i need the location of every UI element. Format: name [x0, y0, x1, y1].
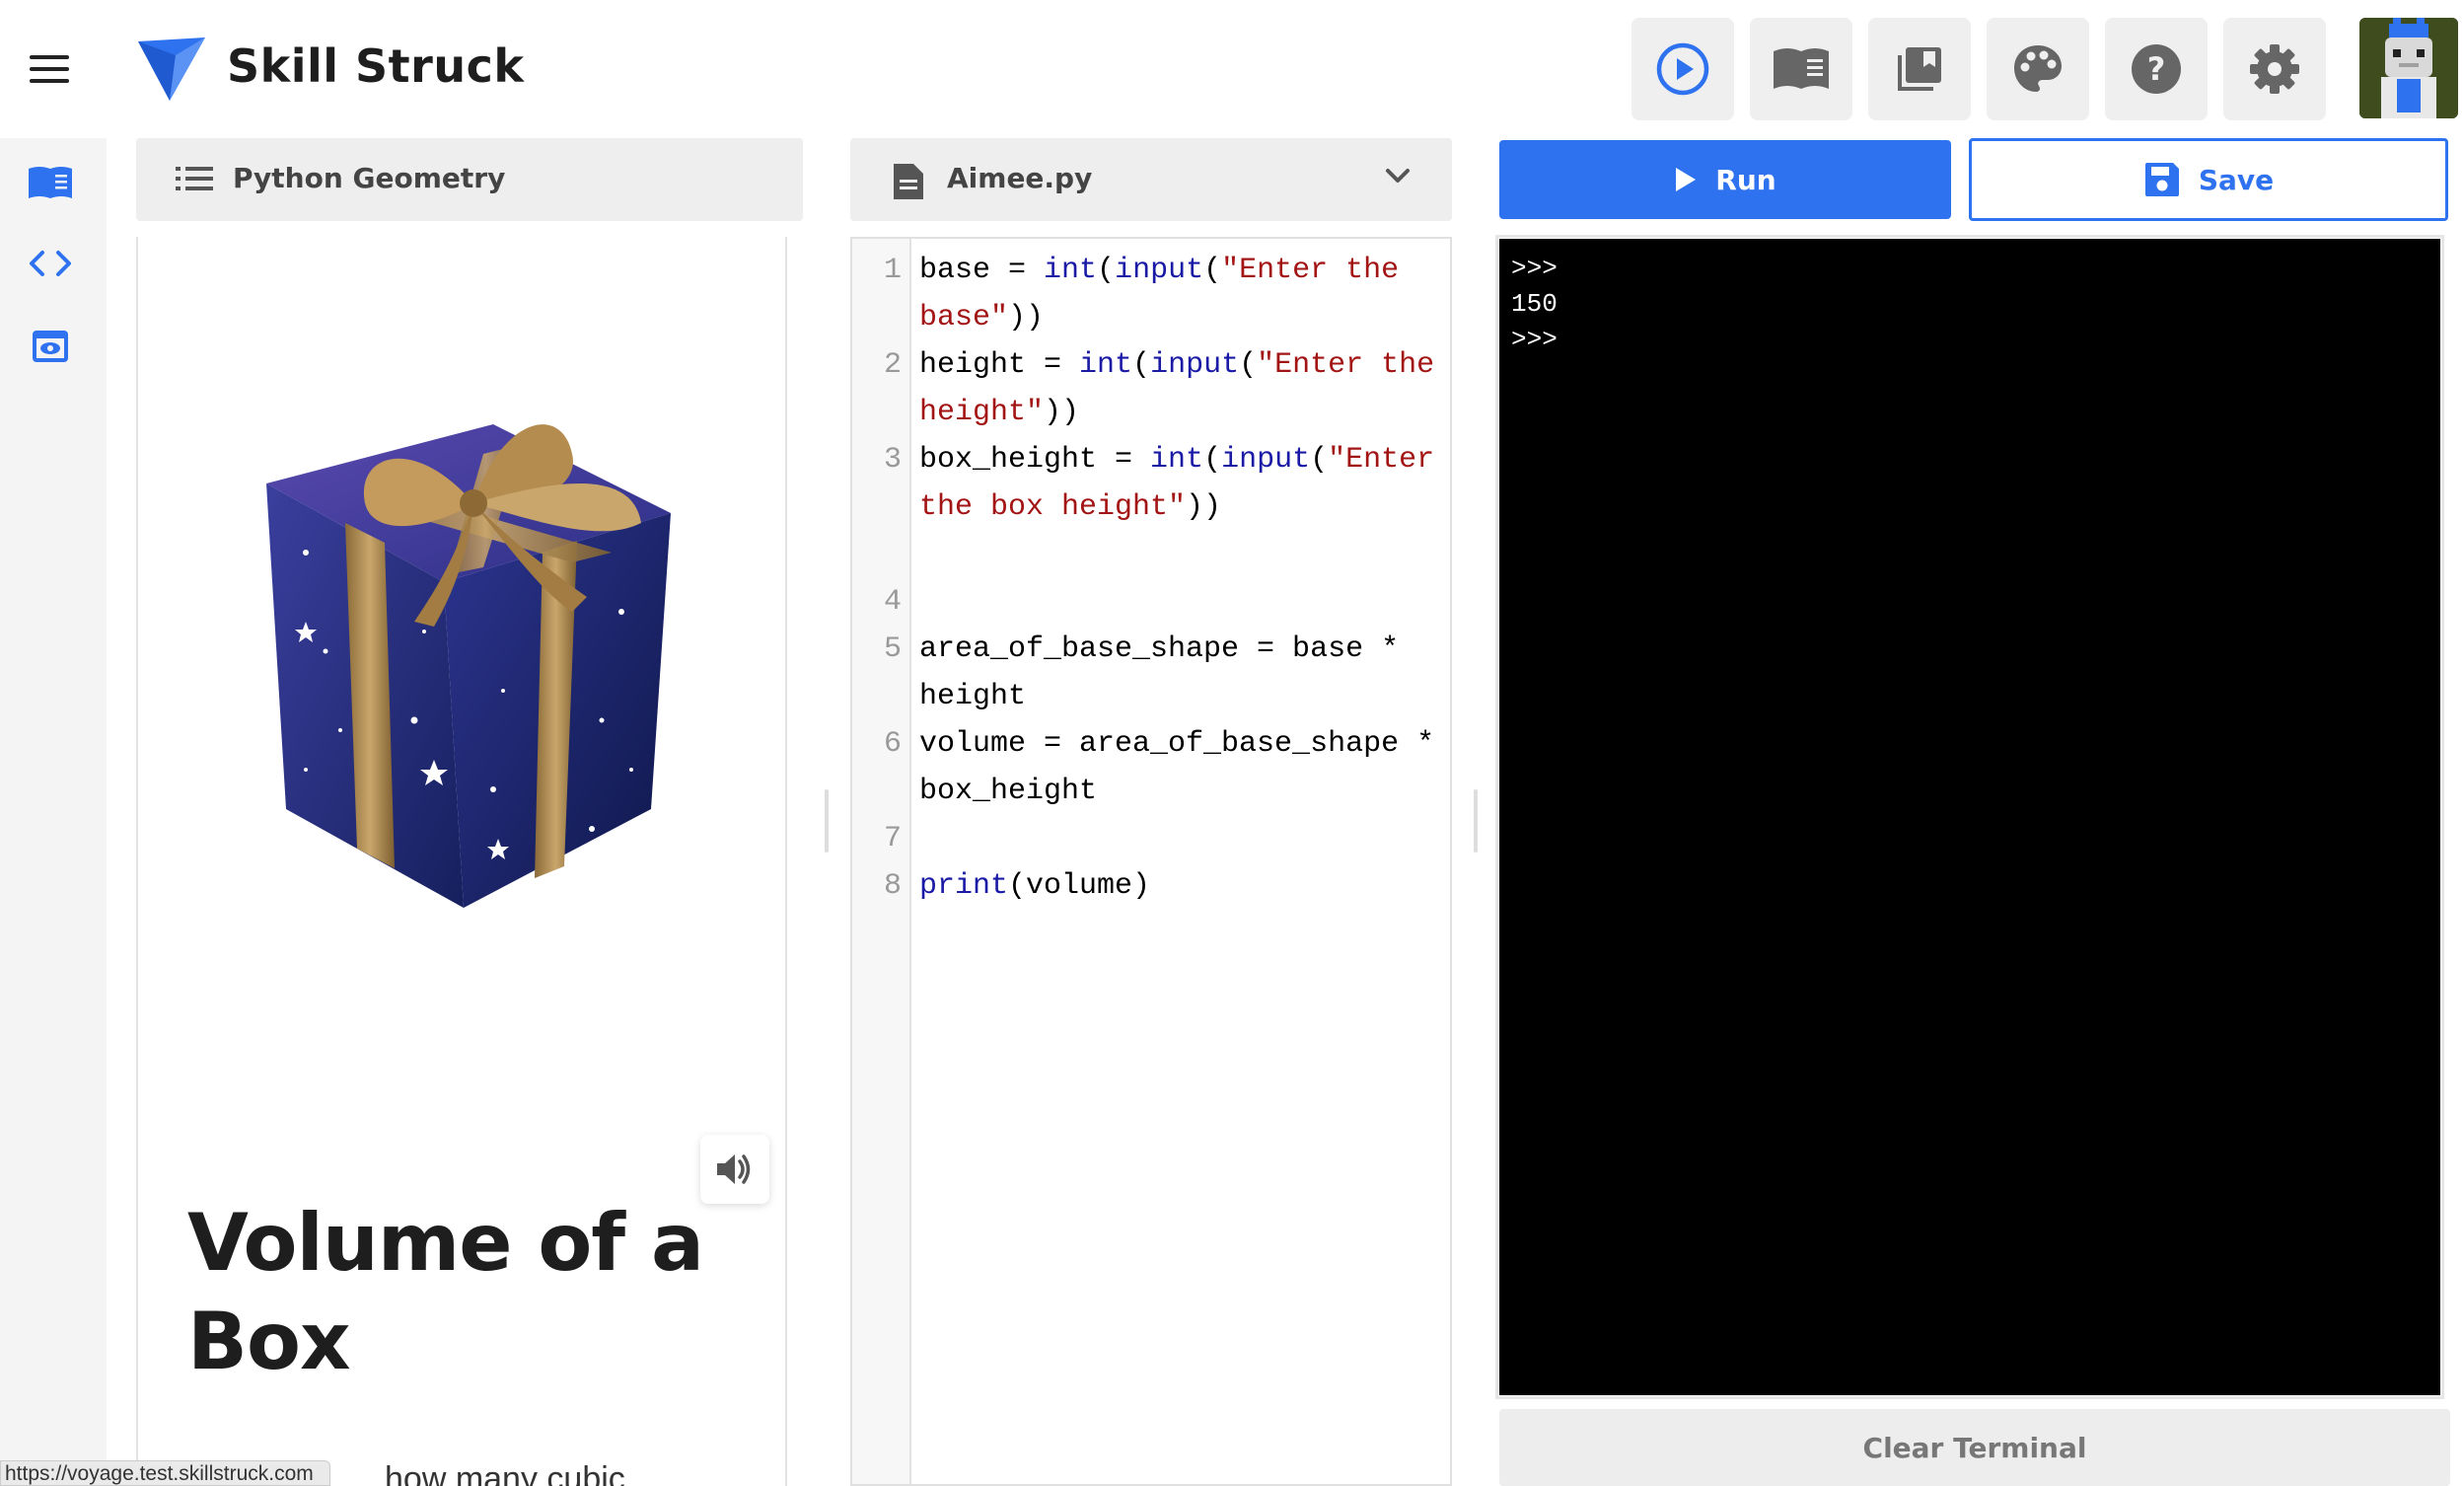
gear-icon	[2250, 44, 2299, 94]
save-icon	[2144, 163, 2179, 196]
code-text: base = int(input("Enter the base"))	[919, 247, 1448, 341]
file-name: Aimee.py	[947, 162, 1093, 194]
panel-resize-handle[interactable]	[825, 789, 829, 853]
help-button[interactable]: ?	[2105, 18, 2208, 120]
panel-resize-handle[interactable]	[1474, 789, 1478, 853]
code-text: height = int(input("Enter the height"))	[919, 341, 1448, 436]
code-text: area_of_base_shape = base * height	[919, 626, 1448, 720]
code-token: (	[1203, 443, 1222, 477]
lesson-header[interactable]: Python Geometry	[136, 138, 803, 221]
play-icon	[1676, 168, 1697, 191]
terminal-line: >>>	[1511, 325, 1558, 354]
avatar-character-icon	[2359, 18, 2458, 118]
line-number: 1	[883, 254, 902, 287]
preview-icon	[33, 331, 68, 362]
book-open-icon	[1774, 48, 1829, 89]
app-root: Skill Struck ? Python Geometry Volume of…	[0, 0, 2464, 1486]
code-editor[interactable]: 1 base = int(input("Enter the base")) 2 hei…	[850, 237, 1452, 1486]
code-token: ))	[1186, 490, 1222, 524]
theme-button[interactable]	[1987, 18, 2089, 120]
lesson-paragraph: how many cubic	[385, 1460, 625, 1486]
code-token: (volume)	[1008, 869, 1151, 903]
code-keyword: input	[1221, 443, 1311, 477]
code-keyword: print	[919, 869, 1009, 903]
code-token: ))	[1008, 301, 1045, 334]
sidebar-item-code[interactable]	[26, 239, 75, 288]
sidebar-item-preview[interactable]	[26, 322, 75, 371]
file-selector[interactable]: Aimee.py	[850, 138, 1452, 221]
play-circle-icon	[1656, 42, 1709, 96]
list-icon	[176, 167, 213, 190]
speaker-icon	[717, 1154, 751, 1184]
brand-name: Skill Struck	[227, 39, 525, 93]
lesson-course-title: Python Geometry	[233, 162, 506, 194]
svg-text:?: ?	[2147, 50, 2166, 88]
help-icon: ?	[2132, 44, 2181, 94]
run-preview-button[interactable]	[1631, 18, 1734, 120]
run-label: Run	[1715, 163, 1776, 196]
code-token: (	[1203, 254, 1222, 287]
line-number: 5	[883, 632, 902, 666]
code-token: volume = area_of_base_shape * box_height	[919, 727, 1452, 808]
code-text: print(volume)	[919, 862, 1448, 910]
code-icon	[30, 251, 71, 276]
terminal-line: 150	[1511, 289, 1558, 319]
gift-box-image	[266, 424, 671, 908]
line-number: 7	[883, 822, 902, 855]
settings-button[interactable]	[2223, 18, 2326, 120]
save-button[interactable]: Save	[1969, 138, 2448, 221]
code-token: (	[1097, 254, 1116, 287]
user-avatar[interactable]	[2359, 18, 2458, 118]
code-token: box_height =	[919, 443, 1151, 477]
hamburger-menu-icon[interactable]	[30, 55, 69, 85]
code-keyword: input	[1115, 254, 1204, 287]
save-label: Save	[2198, 163, 2275, 196]
file-icon	[894, 164, 923, 199]
run-button[interactable]: Run	[1499, 140, 1951, 219]
skill-struck-logo-icon	[138, 37, 205, 101]
code-token: height =	[919, 348, 1080, 382]
terminal-line: >>>	[1511, 254, 1558, 283]
code-token: area_of_base_shape = base * height	[919, 632, 1417, 713]
code-token: (	[1310, 443, 1329, 477]
palette-icon	[2014, 45, 2062, 92]
line-number: 8	[883, 869, 902, 903]
library-button[interactable]	[1868, 18, 1971, 120]
status-bar-url: https://voyage.test.skillstruck.com	[0, 1460, 330, 1486]
lesson-title: Volume of a Box	[187, 1197, 704, 1387]
code-keyword: int	[1044, 254, 1098, 287]
code-text: box_height = int(input("Enter the box he…	[919, 436, 1448, 531]
library-books-icon	[1898, 47, 1941, 91]
code-keyword: int	[1150, 443, 1204, 477]
code-keyword: int	[1079, 348, 1133, 382]
code-text: volume = area_of_base_shape * box_height	[919, 720, 1448, 815]
chevron-down-icon	[1386, 169, 1410, 183]
top-header: Skill Struck ?	[0, 0, 2464, 138]
code-token: (	[1132, 348, 1151, 382]
line-number: 2	[883, 348, 902, 382]
code-keyword: input	[1150, 348, 1240, 382]
code-token: ))	[1044, 396, 1080, 429]
lesson-book-button[interactable]	[1750, 18, 1852, 120]
sidebar-item-lesson[interactable]	[26, 158, 75, 207]
lesson-content: Volume of a Box how many cubic	[136, 237, 787, 1486]
left-sidebar	[0, 138, 107, 1486]
line-number: 4	[883, 585, 902, 619]
clear-terminal-button[interactable]: Clear Terminal	[1499, 1409, 2450, 1486]
book-icon	[29, 167, 72, 198]
line-number: 3	[883, 443, 902, 477]
code-token: base =	[919, 254, 1045, 287]
line-number: 6	[883, 727, 902, 761]
terminal-output[interactable]: >>> 150 >>>	[1499, 239, 2440, 1395]
code-token: (	[1239, 348, 1258, 382]
